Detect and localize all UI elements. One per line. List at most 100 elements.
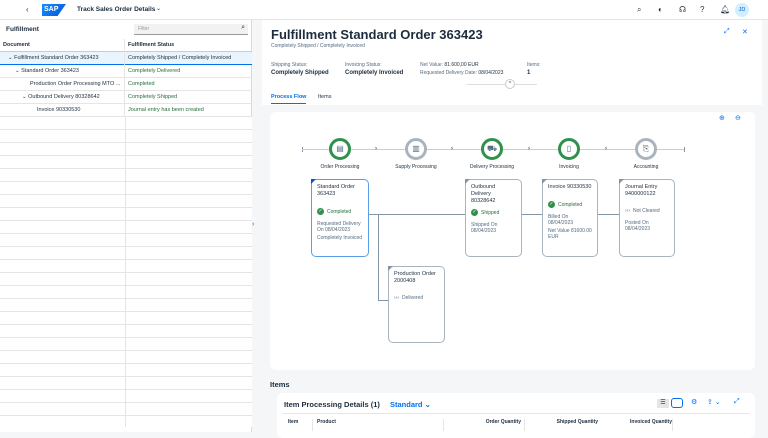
- lane-label: Supply Processing: [395, 164, 437, 170]
- decoration: ››› Not Cleared: [625, 208, 669, 214]
- decoration: [378, 300, 388, 301]
- decoration: [619, 179, 624, 184]
- items-columns-4: Invoiced Quantity: [601, 419, 673, 431]
- flow-node-invoice[interactable]: Invoice 90330530 ✓ Completed Billed On 08…: [542, 179, 598, 257]
- decoration: Net Value: 81.600,00 EUR: [420, 62, 479, 68]
- tab-items[interactable]: Items: [318, 94, 331, 100]
- flow-node-standard-order[interactable]: Standard Order 363423 ✓ Completed Request…: [311, 179, 369, 257]
- flow-nodes-3-detail1: Posted On 08/04/2023: [625, 220, 651, 232]
- tab-process-flow[interactable]: Process Flow: [271, 94, 307, 104]
- header-net_label: Net Value:: [420, 62, 443, 68]
- decoration: [378, 214, 379, 300]
- flow-nodes-1-title: Outbound Delivery 80328642: [471, 184, 496, 204]
- shell-bar: ‹ SAP Track Sales Order Details ⌄ ⌕ ◐ ☊ …: [0, 0, 768, 20]
- sap-logo: SAP: [42, 4, 66, 16]
- invoice-icon[interactable]: ▯: [558, 138, 580, 160]
- table-row[interactable]: ⌄ Standard Order 363423 Completely Deliv…: [0, 65, 252, 78]
- left-rows-0-doc: Fulfillment Standard Order 363423: [14, 55, 99, 61]
- order-processing-icon[interactable]: ▤: [329, 138, 351, 160]
- headset-icon[interactable]: ☊: [679, 5, 686, 14]
- search-icon[interactable]: ⌕: [241, 24, 245, 32]
- flow-nodes-0-title: Standard Order 363423: [317, 184, 355, 197]
- left-rows-1-doc: Standard Order 363423: [21, 68, 79, 74]
- lane-label: Invoicing: [559, 164, 579, 170]
- decoration: [311, 179, 316, 184]
- header-net_value: 81.600,00 EUR: [444, 62, 479, 68]
- flow-node-outbound-delivery[interactable]: Outbound Delivery 80328642 ✓ Shipped Ship…: [465, 179, 522, 257]
- items-section-title: Items: [270, 380, 290, 389]
- back-icon[interactable]: ‹: [26, 5, 29, 14]
- header-date_label: Requested Delivery Date:: [420, 70, 477, 76]
- joule-icon[interactable]: ◐: [658, 5, 663, 14]
- header-items_value: 1: [527, 70, 531, 76]
- decoration: [522, 214, 542, 215]
- export-icon[interactable]: ⇪ ⌄: [707, 398, 721, 406]
- table-row[interactable]: Invoice 90330530 Journal entry has been …: [0, 104, 252, 117]
- left-col_status: Fulfillment Status: [128, 42, 175, 48]
- decoration: [369, 214, 465, 215]
- table-title: Item Processing Details (1): [284, 400, 380, 409]
- table-header: Item Product Order Quantity Shipped Quan…: [283, 413, 749, 431]
- cozy-icon[interactable]: ‾: [671, 398, 683, 408]
- left-filter_placeholder: Filter: [138, 26, 150, 32]
- flow-nodes-4-status: Delivered: [402, 295, 424, 301]
- header-items_label: Items:: [527, 62, 541, 68]
- header-shipping_value: Completely Shipped: [271, 70, 329, 76]
- items-table-card: Item Processing Details (1) Standard ⌄ ☰…: [277, 393, 755, 438]
- variant-selector[interactable]: Standard ⌄: [390, 400, 431, 409]
- zoom-out-icon[interactable]: ⊖: [735, 114, 741, 122]
- header-date_value: 08/04/2023: [478, 70, 504, 76]
- zoom-in-icon[interactable]: ⊕: [719, 114, 725, 122]
- search-icon[interactable]: ⌕: [637, 5, 641, 15]
- decoration: [467, 84, 537, 85]
- filter-input[interactable]: Filter ⌕: [134, 24, 248, 35]
- chevron-down-icon[interactable]: ⌄: [156, 5, 161, 12]
- items-variant: Standard: [390, 400, 423, 409]
- lane-label: Delivery Processing: [469, 164, 515, 170]
- fulfillment-tree-panel: Fulfillment Filter ⌕ Document Fulfillmen…: [0, 20, 252, 432]
- accounting-icon[interactable]: ⎘: [635, 138, 657, 160]
- flow-nodes-3-status: Not Cleared: [633, 208, 660, 214]
- items-columns-0: Item: [283, 419, 313, 431]
- help-icon[interactable]: ?: [700, 5, 704, 14]
- table-header: Document Fulfillment Status: [0, 39, 252, 52]
- flow-nodes-1-status: Shipped: [481, 209, 500, 216]
- app-title[interactable]: Track Sales Order Details: [77, 6, 155, 13]
- flow-nodes-3-title: Journal Entry 9400000122: [625, 184, 658, 197]
- truck-icon[interactable]: ⛟: [481, 138, 503, 160]
- collapse-header-button[interactable]: ^: [505, 79, 515, 89]
- splitter-handle[interactable]: ›: [252, 221, 254, 228]
- flow-nodes-0-detail2: Completely Invoiced: [317, 235, 363, 241]
- header-shipping_label: Shipping Status:: [271, 62, 308, 68]
- items-columns-3: Shipped Quantity: [556, 419, 598, 425]
- decoration: [388, 266, 393, 271]
- decoration: ✓ Completed: [548, 201, 592, 208]
- success-icon: ✓: [548, 201, 555, 208]
- settings-icon[interactable]: ⚙: [691, 398, 697, 406]
- fullscreen-icon[interactable]: ⤢: [724, 28, 730, 36]
- lane-label: Accounting: [633, 164, 659, 170]
- close-icon[interactable]: ✕: [742, 28, 748, 36]
- left-col_document: Document: [0, 39, 125, 52]
- flow-node-production-order[interactable]: Production Order 2000408 ››› Delivered: [388, 266, 445, 343]
- avatar[interactable]: JD: [735, 3, 749, 17]
- left-rows-3-status: Completely Shipped: [128, 94, 178, 100]
- factory-icon[interactable]: ▥: [405, 138, 427, 160]
- header-subtitle: Completely Shipped / Completely Invoiced: [271, 43, 365, 49]
- flow-nodes-0-detail1: Requested Delivery On 08/04/2023: [317, 221, 361, 233]
- panel-title: Fulfillment: [6, 26, 39, 33]
- left-rows-4-status: Journal entry has been created: [128, 107, 204, 113]
- decoration: [542, 179, 547, 184]
- flow-node-journal-entry[interactable]: Journal Entry 9400000122 ››› Not Cleared …: [619, 179, 675, 257]
- left-rows-2-doc: Production Order Processing MTO ...: [0, 78, 125, 91]
- object-header: Fulfillment Standard Order 363423 Comple…: [262, 20, 762, 105]
- condensed-icon[interactable]: ☰: [657, 399, 669, 408]
- table-row[interactable]: ⌄ Fulfillment Standard Order 363423 Comp…: [0, 52, 252, 65]
- items-columns-1: Product: [314, 419, 444, 431]
- fullscreen-icon[interactable]: ⤢: [734, 398, 740, 406]
- flow-nodes-2-title: Invoice 90330530: [548, 184, 592, 190]
- table-row[interactable]: ⌄ Outbound Delivery 80328642 Completely …: [0, 91, 252, 104]
- table-row[interactable]: Production Order Processing MTO ... Comp…: [0, 78, 252, 91]
- decoration: ⌄ Standard Order 363423: [0, 65, 125, 78]
- bell-icon[interactable]: 🔔︎: [720, 5, 730, 14]
